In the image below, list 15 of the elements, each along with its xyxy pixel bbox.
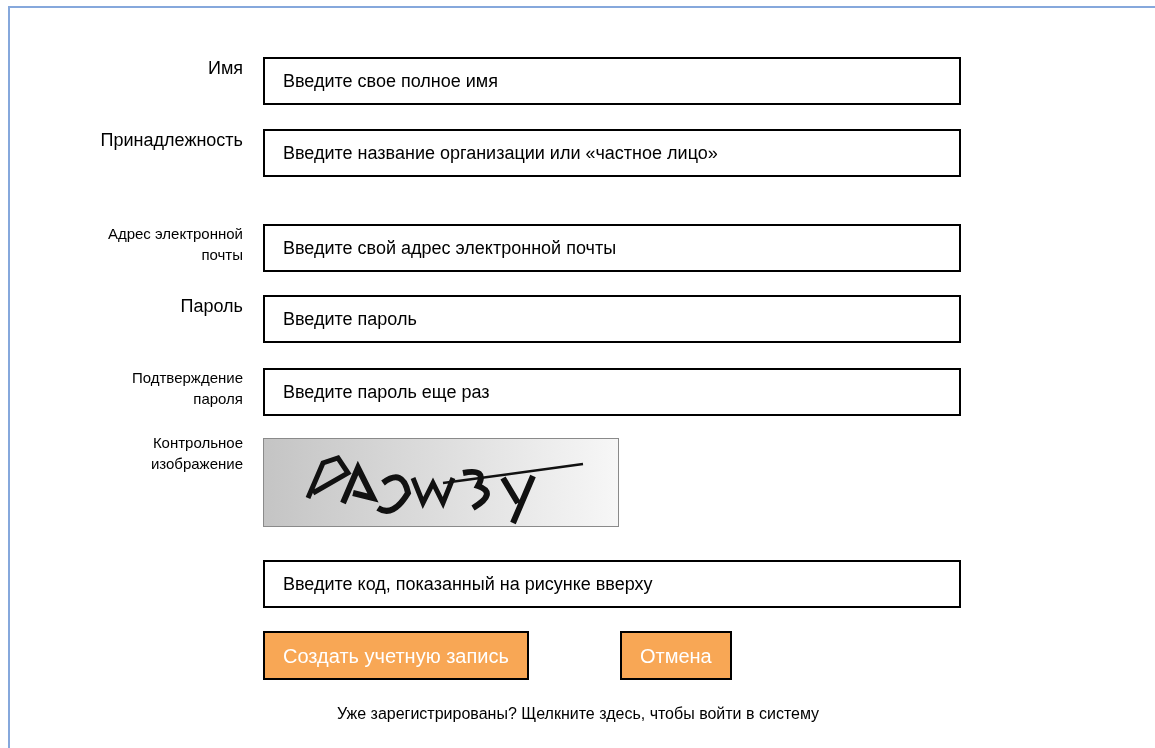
field-label: Имя [207,57,243,79]
field-label: Адрес электронной почты [107,224,243,265]
cancel-button[interactable]: Отмена [619,631,732,680]
text-field[interactable]: Введите пароль [263,295,961,343]
create-account-button[interactable]: Создать учетную запись [263,631,529,680]
text-field[interactable]: Введите код, показанный на рисунке вверху [263,560,961,608]
text-field[interactable]: Введите свое полное имя [263,57,961,105]
text-field[interactable]: Введите пароль еще раз [263,368,961,416]
text-field[interactable]: Введите свой адрес электронной почты [263,224,961,272]
field-label: Пароль [180,295,243,317]
login-link[interactable]: Уже зарегистрированы? Щелкните здесь, чтобы войти в систему [336,702,820,726]
text-field[interactable]: Введите название организации или «частное лицо» [263,129,961,177]
field-label: Подтверждение пароля [131,368,243,409]
field-label: Принадлежность [100,129,243,151]
field-label: Контрольное изображение [150,433,243,474]
